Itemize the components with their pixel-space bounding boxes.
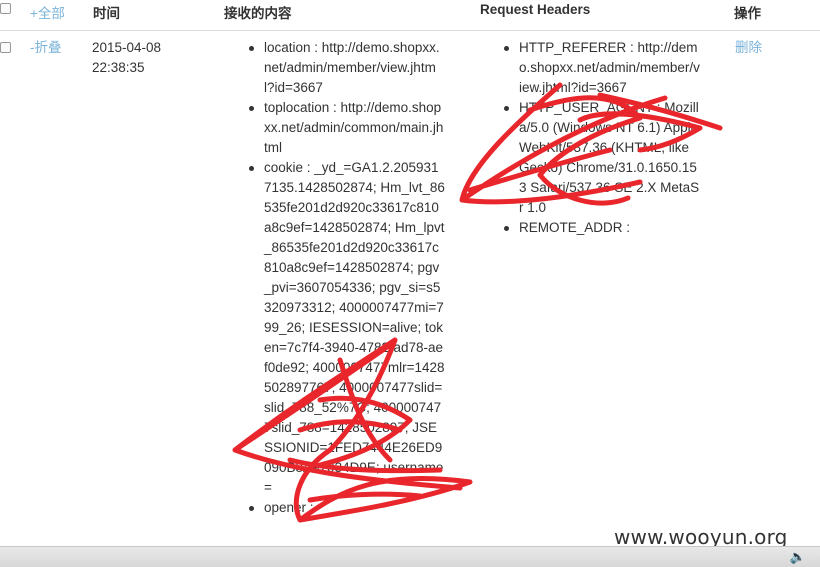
list-item: REMOTE_ADDR : <box>502 218 702 238</box>
table-header: +全部 时间 接收的内容 Request Headers 操作 <box>0 0 820 31</box>
list-item: toplocation : http://demo.shopxx.net/adm… <box>247 98 445 158</box>
list-item: location : http://demo.shopxx.net/admin/… <box>247 38 445 98</box>
list-item: HTTP_USER_AGENT : Mozilla/5.0 (Windows N… <box>502 98 702 218</box>
column-content: 接收的内容 <box>224 6 292 21</box>
delete-link[interactable]: 删除 <box>735 38 762 58</box>
collapse-link[interactable]: -折叠 <box>30 38 62 58</box>
column-time: 时间 <box>93 6 120 21</box>
list-item: opener : <box>247 498 445 518</box>
request-headers-list: HTTP_REFERER : http://demo.shopxx.net/ad… <box>502 38 702 238</box>
row-date: 2015-04-08 <box>92 40 162 55</box>
list-item: HTTP_REFERER : http://demo.shopxx.net/ad… <box>502 38 702 98</box>
row-time: 22:38:35 <box>92 60 145 75</box>
list-item: cookie : _yd_=GA1.2.2059317135.142850287… <box>247 158 445 498</box>
speaker-icon[interactable]: 🔈 <box>790 549 806 565</box>
select-all-checkbox[interactable] <box>0 3 11 14</box>
expand-all-link[interactable]: +全部 <box>30 2 65 22</box>
content-list: location : http://demo.shopxx.net/admin/… <box>247 38 445 518</box>
column-actions: 操作 <box>734 6 761 21</box>
row-checkbox[interactable] <box>0 42 11 53</box>
status-bar: 🔈 <box>0 546 820 567</box>
column-request-headers: Request Headers <box>480 2 591 17</box>
